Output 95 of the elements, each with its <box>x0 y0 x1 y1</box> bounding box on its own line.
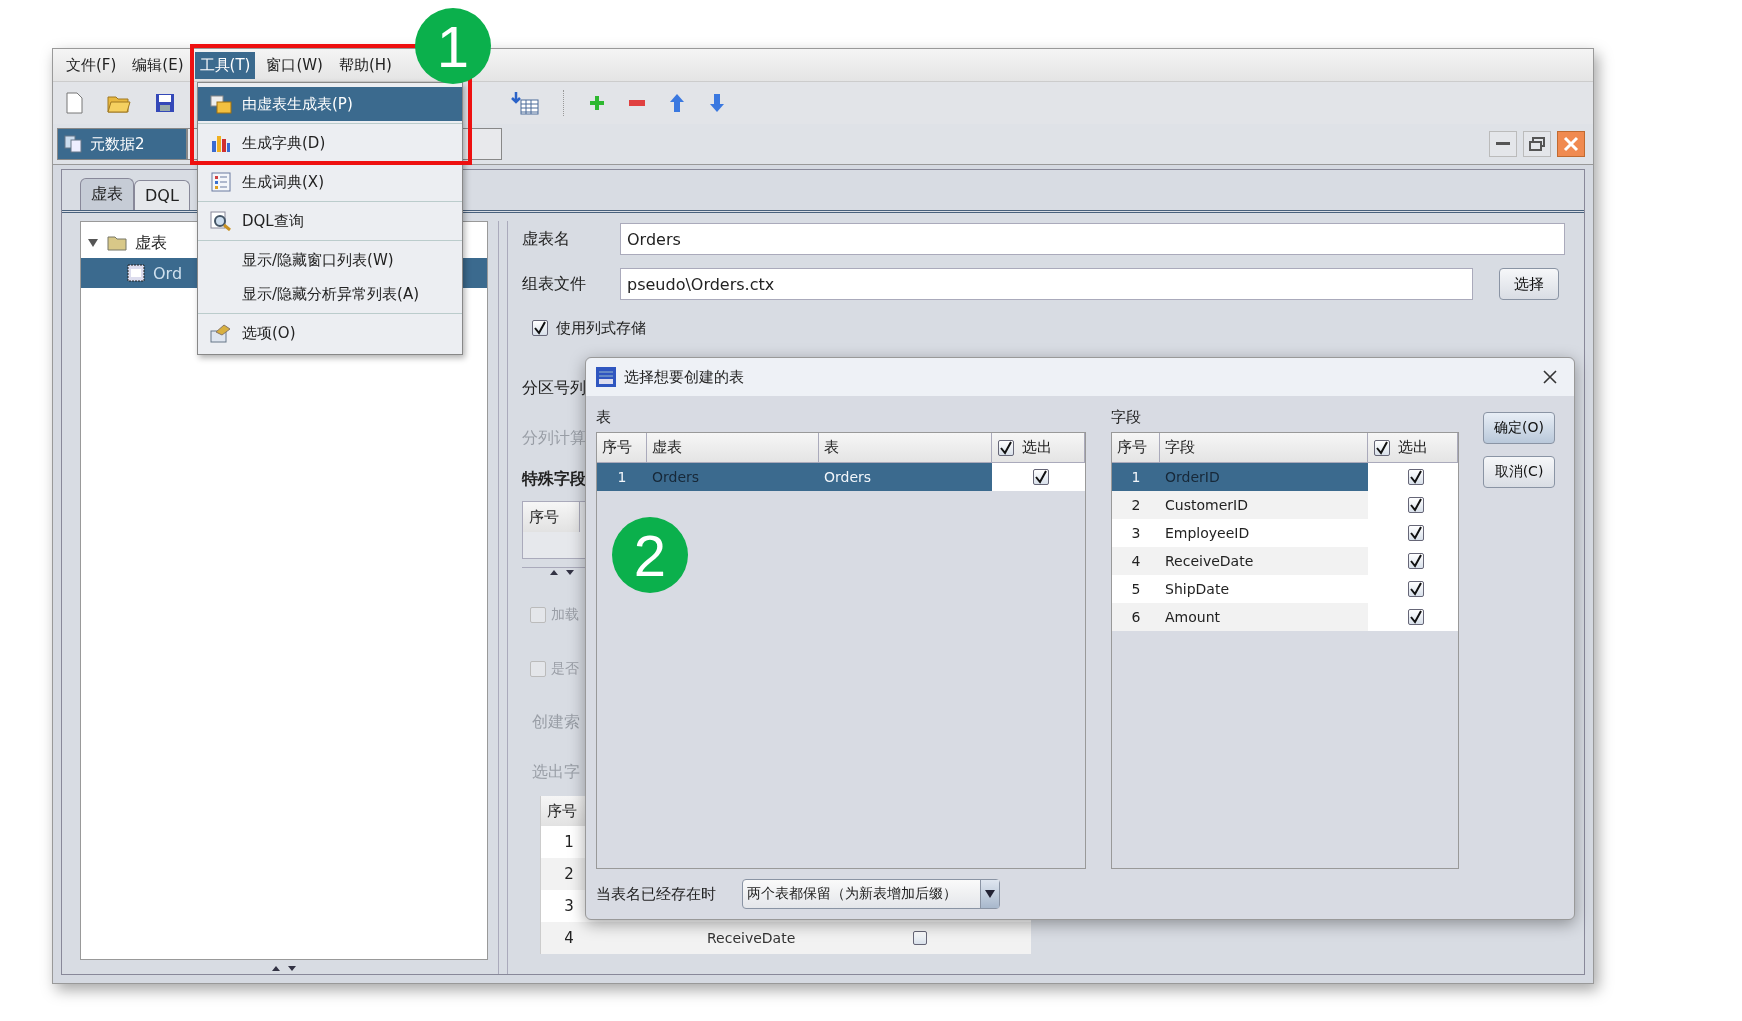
ok-button[interactable]: 确定(O) <box>1483 412 1555 444</box>
file-field[interactable]: pseudo\Orders.ctx <box>620 268 1473 300</box>
checkbox[interactable] <box>1407 525 1424 541</box>
header-label: 选出 <box>1022 438 1052 457</box>
checkbox[interactable] <box>1407 469 1424 485</box>
column-header[interactable]: 选出 <box>1368 433 1458 463</box>
column-header[interactable]: 序号 <box>597 433 647 463</box>
table-cell-text: 3 <box>563 897 575 915</box>
panel-tab[interactable]: 虚表 <box>80 178 134 210</box>
bar-chart-icon <box>210 133 232 153</box>
checkbox[interactable] <box>532 320 548 336</box>
menu-item[interactable]: 窗口(W) <box>261 51 328 79</box>
section-label: 字段 <box>1111 406 1142 428</box>
column-header[interactable]: 选出 <box>992 433 1085 463</box>
stacked-tables-icon <box>210 94 232 114</box>
checkbox[interactable] <box>1374 439 1390 456</box>
checkbox-label: 使用列式存储 <box>556 318 646 338</box>
checkbox[interactable] <box>1407 609 1424 625</box>
folder-icon[interactable] <box>107 93 131 113</box>
field-label: 分列计算 <box>522 428 587 449</box>
close-icon <box>1563 136 1579 152</box>
menu-item[interactable]: 由虚表生成表(P) <box>198 87 462 121</box>
menu-item[interactable]: 显示/隐藏分析异常列表(A) <box>198 277 462 311</box>
menu-item[interactable]: 帮助(H) <box>333 51 397 79</box>
table-row[interactable]: 2 CustomerID <box>1112 491 1368 519</box>
name-field[interactable]: Orders <box>620 223 1565 255</box>
table-row[interactable]: 6 Amount <box>1112 603 1368 631</box>
panel-tab[interactable]: DQL <box>134 180 190 210</box>
checkbox[interactable] <box>1407 497 1424 513</box>
checkbox[interactable] <box>1407 581 1424 597</box>
table-row[interactable]: 4 ReceiveDate <box>1112 547 1368 575</box>
field-label: 当表名已经存在时 <box>596 884 716 904</box>
cancel-button[interactable]: 取消(C) <box>1483 456 1555 488</box>
app-icon <box>596 367 616 387</box>
checkbox[interactable] <box>913 931 927 945</box>
table-row[interactable]: 3 EmployeeID <box>1112 519 1368 547</box>
restore-button[interactable] <box>1523 131 1551 157</box>
save-icon[interactable] <box>155 93 175 113</box>
menu-item[interactable]: 生成字典(D) <box>198 126 462 160</box>
field-label: 创建索 <box>532 712 581 733</box>
minimize-icon <box>1496 142 1510 146</box>
section-title: 特殊字段 <box>522 469 587 490</box>
checkbox-label: 是否 <box>551 660 579 678</box>
column-header[interactable]: 表 <box>819 433 992 463</box>
close-button[interactable] <box>1557 131 1585 157</box>
table-row[interactable]: 1 OrderID <box>1112 463 1368 491</box>
menu-item[interactable]: 生成词典(X) <box>198 165 462 199</box>
header-label: 选出 <box>1398 438 1428 457</box>
menu-item[interactable]: 文件(F) <box>61 51 122 79</box>
folder-icon <box>107 235 127 251</box>
column-header: 序号 <box>523 502 580 532</box>
search-icon <box>210 211 232 231</box>
splitter-arrows-icon[interactable] <box>270 964 298 972</box>
caret-down-icon[interactable] <box>87 237 99 249</box>
column-header[interactable]: 虚表 <box>647 433 819 463</box>
list-icon <box>211 172 231 192</box>
menu-item[interactable]: 显示/隐藏窗口列表(W) <box>198 243 462 277</box>
table-cell-text: 2 <box>563 865 575 883</box>
table-cell-text: 4 <box>563 929 575 947</box>
column-header[interactable]: 字段 <box>1160 433 1368 463</box>
field-label: 虚表名 <box>522 228 571 250</box>
table-row[interactable]: 5 ShipDate <box>1112 575 1368 603</box>
tree-item[interactable]: 虚表 <box>135 232 167 254</box>
menu-item[interactable]: DQL查询 <box>198 204 462 238</box>
arrow-down-icon[interactable] <box>709 93 725 113</box>
field-label: 选出字 <box>532 762 581 783</box>
menu-item[interactable]: 选项(O) <box>198 316 462 350</box>
menu-item[interactable]: 编辑(E) <box>127 51 189 79</box>
table-import-icon[interactable] <box>511 91 539 115</box>
field-label: 分区号列 <box>522 378 587 399</box>
splitter-arrows-icon[interactable] <box>548 568 576 576</box>
table-row[interactable]: 1 Orders Orders <box>597 463 992 491</box>
table-cell: ReceiveDate <box>707 930 796 946</box>
checkbox[interactable] <box>998 439 1014 456</box>
settings-icon <box>210 323 232 343</box>
document-tab[interactable]: 元数据2 <box>57 128 187 160</box>
browse-button[interactable]: 选择 <box>1499 268 1559 300</box>
step-marker: 1 <box>415 8 491 84</box>
checkbox[interactable] <box>1033 469 1049 485</box>
dialog-title: 选择想要创建的表 <box>624 367 744 387</box>
checkbox-label: 加载 <box>551 606 579 624</box>
minimize-button[interactable] <box>1489 131 1517 157</box>
menu-item[interactable]: 工具(T) <box>194 51 256 79</box>
document-icon <box>64 134 84 154</box>
restore-icon <box>1529 137 1545 151</box>
arrow-up-icon[interactable] <box>669 93 685 113</box>
column-header[interactable]: 序号 <box>1112 433 1160 463</box>
tab-label: 元数据2 <box>90 134 145 154</box>
checkbox[interactable] <box>1407 553 1424 569</box>
field-label: 组表文件 <box>522 273 587 295</box>
table-cell-text: 1 <box>563 833 575 851</box>
close-icon[interactable] <box>1542 369 1558 385</box>
conflict-dropdown[interactable]: 两个表都保留（为新表增加后缀） <box>742 879 1000 909</box>
section-label: 表 <box>596 406 612 428</box>
table-icon <box>127 264 145 282</box>
